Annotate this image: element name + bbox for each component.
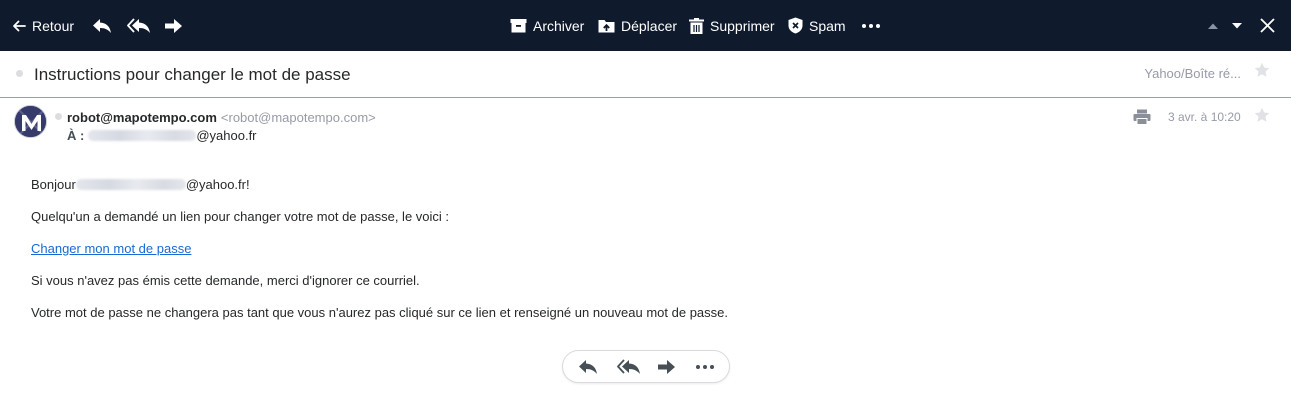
delete-label: Supprimer xyxy=(710,17,775,34)
print-icon[interactable] xyxy=(1133,109,1151,130)
delete-button[interactable]: Supprimer xyxy=(689,0,775,51)
message-toolbar: Retour Archiver Déplacer Supprimer Spam xyxy=(0,0,1291,51)
greeting-prefix: Bonjour xyxy=(31,177,76,192)
chevron-down-icon xyxy=(1232,22,1242,28)
shield-icon xyxy=(788,17,803,34)
body-line: Votre mot de passe ne changera pas tant … xyxy=(31,305,728,320)
sender-name[interactable]: robot@mapotempo.com xyxy=(67,110,217,125)
reply-all-icon xyxy=(127,17,150,33)
reply-icon xyxy=(579,359,597,374)
reset-link-line: Changer mon mot de passe xyxy=(31,241,191,256)
to-label: À : xyxy=(67,128,85,143)
more-icon xyxy=(862,23,880,28)
reply-all-icon xyxy=(617,358,640,374)
arrow-left-icon xyxy=(13,20,26,31)
forward-button[interactable] xyxy=(657,351,677,382)
next-message-button[interactable] xyxy=(1231,0,1243,51)
move-button[interactable]: Déplacer xyxy=(598,0,677,51)
subject-bar: Instructions pour changer le mot de pass… xyxy=(0,51,1291,98)
spam-label: Spam xyxy=(809,17,846,34)
sender-address: <robot@mapotempo.com> xyxy=(220,110,376,125)
reply-icon xyxy=(93,18,111,33)
body-line: Si vous n'avez pas émis cette demande, m… xyxy=(31,273,420,288)
previous-message-button[interactable] xyxy=(1207,0,1219,51)
message-subject: Instructions pour changer le mot de pass… xyxy=(34,65,351,84)
reply-all-button[interactable] xyxy=(617,351,641,382)
more-icon xyxy=(696,364,714,369)
star-icon[interactable] xyxy=(1254,107,1270,128)
redacted-username xyxy=(75,179,186,190)
recipient-line: À : @yahoo.fr xyxy=(67,128,257,143)
archive-button[interactable]: Archiver xyxy=(510,0,584,51)
back-button[interactable]: Retour xyxy=(12,0,74,51)
folder-label[interactable]: Yahoo/Boîte ré... xyxy=(1144,66,1241,81)
move-label: Déplacer xyxy=(621,17,678,34)
archive-icon xyxy=(510,19,527,33)
sender-avatar xyxy=(14,105,47,138)
forward-icon xyxy=(165,18,182,33)
message-date: 3 avr. à 10:20 xyxy=(1168,110,1241,124)
message-actions-pill xyxy=(562,350,730,383)
forward-button[interactable] xyxy=(164,0,184,51)
move-icon xyxy=(598,20,615,33)
sender-line: robot@mapotempo.com <robot@mapotempo.com> xyxy=(67,110,376,125)
reply-button[interactable] xyxy=(92,0,112,51)
archive-label: Archiver xyxy=(533,17,585,34)
close-icon xyxy=(1260,18,1275,33)
spam-button[interactable]: Spam xyxy=(788,0,846,51)
trash-icon xyxy=(689,17,704,34)
close-button[interactable] xyxy=(1260,0,1275,51)
reply-button[interactable] xyxy=(578,351,598,382)
greeting-suffix: @yahoo.fr! xyxy=(185,177,250,192)
more-button[interactable] xyxy=(695,351,715,382)
body-line: Quelqu'un a demandé un lien pour changer… xyxy=(31,209,450,224)
more-button[interactable] xyxy=(861,0,881,51)
reply-all-button[interactable] xyxy=(127,0,151,51)
star-icon[interactable] xyxy=(1254,62,1270,83)
redacted-recipient xyxy=(88,130,197,141)
recipient-domain: @yahoo.fr xyxy=(196,128,257,143)
forward-icon xyxy=(658,359,675,374)
chevron-up-icon xyxy=(1208,23,1218,29)
back-label: Retour xyxy=(32,17,75,34)
reset-password-link[interactable]: Changer mon mot de passe xyxy=(31,241,191,256)
greeting-line: Bonjour @yahoo.fr! xyxy=(31,177,250,192)
read-status-dot[interactable] xyxy=(16,70,23,77)
sender-status-dot xyxy=(55,113,62,120)
